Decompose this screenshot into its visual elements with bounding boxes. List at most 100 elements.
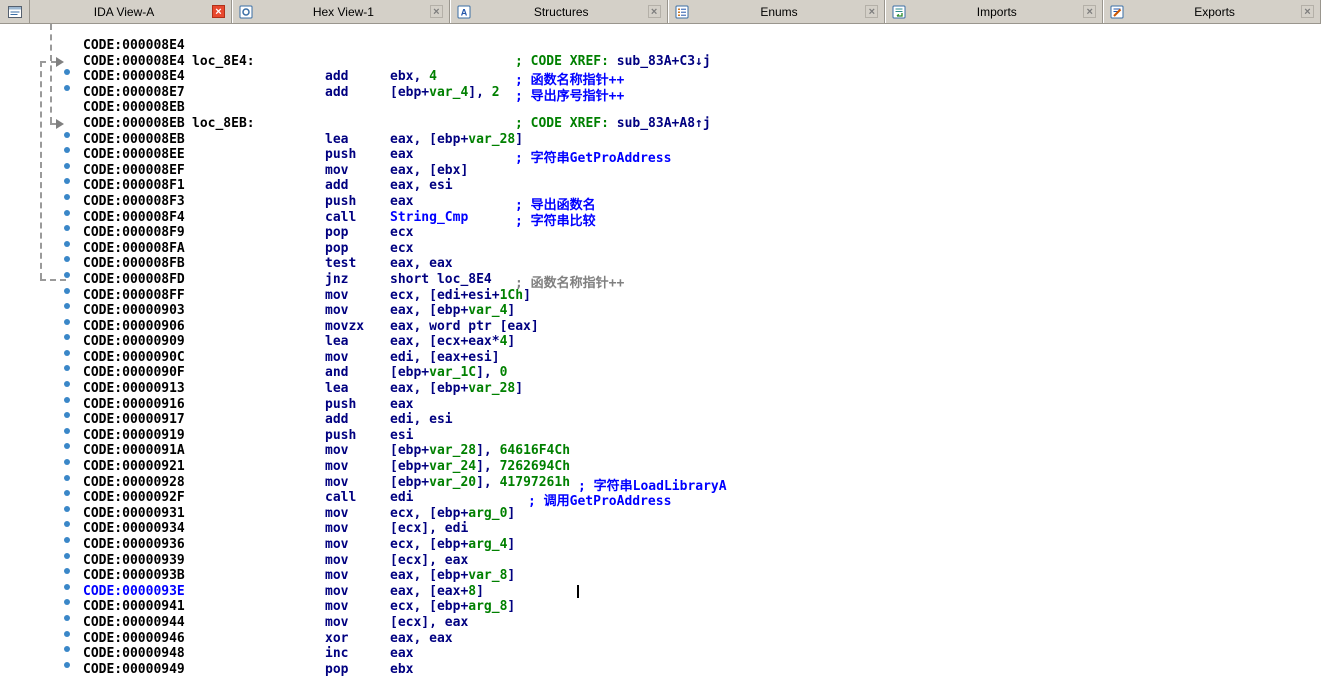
asm-line[interactable]: CODE:0000091A mov [ebp+var_28], 64616F4Ch xyxy=(0,443,1321,459)
asm-line[interactable]: CODE:000008F4 call String_Cmp; 字符串比较 xyxy=(0,209,1321,229)
operands: eax xyxy=(390,147,414,163)
asm-line[interactable]: CODE:000008E4 loc_8E4: ; CODE XREF: sub_83… xyxy=(0,54,1321,70)
address: CODE:000008FB xyxy=(83,256,185,272)
address: CODE:000008E4 xyxy=(83,53,185,69)
asm-line[interactable]: CODE:0000090C mov edi, [eax+esi] xyxy=(0,349,1321,366)
close-icon[interactable]: × xyxy=(1300,5,1314,18)
asm-line[interactable]: CODE:00000939 mov [ecx], eax xyxy=(0,552,1321,569)
operands: eax, [ebp+var_28] xyxy=(390,131,524,147)
tab-hex-view-1[interactable]: Hex View-1 × xyxy=(232,0,450,23)
asm-line[interactable]: CODE:00000948 inc eax xyxy=(0,646,1321,662)
close-icon[interactable]: × xyxy=(1083,5,1097,18)
asm-line[interactable]: CODE:000008FB test eax, eax xyxy=(0,256,1321,272)
close-icon[interactable]: × xyxy=(865,5,879,18)
address-dot-icon xyxy=(64,318,70,325)
tab-label: Structures xyxy=(533,4,589,19)
mnemonic: mov xyxy=(325,614,349,630)
asm-line[interactable]: CODE:000008FD jnz short loc_8E4; 函数名称指针++ xyxy=(0,271,1321,291)
asm-line[interactable]: CODE:000008FF mov ecx, [edi+esi+1Ch] xyxy=(0,287,1321,304)
operands: esi xyxy=(390,427,414,443)
address: CODE:000008F9 xyxy=(83,225,185,241)
operands: ebx, 4 xyxy=(390,69,437,85)
address-dot-icon xyxy=(64,365,70,372)
address-dot-icon xyxy=(64,287,70,294)
address-dot-icon xyxy=(64,474,70,481)
imports-icon xyxy=(892,5,906,18)
tab-imports[interactable]: Imports × xyxy=(885,0,1104,23)
close-icon[interactable]: × xyxy=(647,5,661,18)
asm-line[interactable]: CODE:0000093E mov eax, [eax+8] xyxy=(0,583,1321,600)
address: CODE:000008E7 xyxy=(83,84,185,100)
asm-line[interactable]: CODE:00000949 pop ebx xyxy=(0,661,1321,678)
close-icon[interactable]: × xyxy=(429,5,443,18)
asm-line[interactable]: CODE:00000916 push eax xyxy=(0,396,1321,413)
address: CODE:000008F4 xyxy=(83,209,185,225)
address: CODE:00000944 xyxy=(83,614,185,630)
address-dot-icon xyxy=(64,459,70,466)
disassembly-window-icon xyxy=(7,5,22,18)
asm-line[interactable]: CODE:000008F3 push eax; 导出函数名 xyxy=(0,193,1321,213)
asm-line[interactable]: CODE:0000093B mov eax, [ebp+var_8] xyxy=(0,568,1321,584)
asm-line[interactable]: CODE:00000941 mov ecx, [ebp+arg_8] xyxy=(0,599,1321,615)
address-dot-icon xyxy=(64,162,70,169)
asm-line[interactable]: CODE:00000934 mov [ecx], edi xyxy=(0,521,1321,537)
svg-text:A: A xyxy=(461,7,468,17)
address: CODE:00000939 xyxy=(83,552,185,568)
operands: eax, [ebx] xyxy=(390,162,469,178)
mnemonic: mov xyxy=(325,287,349,303)
disassembly-window-icon xyxy=(0,0,30,23)
mnemonic: mov xyxy=(325,537,349,552)
operands: eax, word ptr [eax] xyxy=(390,318,539,334)
address: CODE:00000909 xyxy=(83,334,185,350)
asm-line[interactable]: CODE:00000906 movzx eax, word ptr [eax] xyxy=(0,318,1321,335)
operands: eax xyxy=(390,193,414,209)
asm-line[interactable]: CODE:00000919 push esi xyxy=(0,427,1321,444)
tab-bar: IDA View-A × Hex View-1 × A Structures × xyxy=(0,0,1321,24)
address: CODE:00000931 xyxy=(83,505,185,521)
tab-ida-view-a[interactable]: IDA View-A × xyxy=(30,0,232,23)
asm-line[interactable]: CODE:00000928 mov [ebp+var_20], 41797261h;… xyxy=(0,474,1321,494)
disassembly-view[interactable]: CODE:000008E4 CODE:000008E4 loc_8E4:; CODE… xyxy=(0,24,1321,687)
asm-line[interactable]: CODE:00000931 mov ecx, [ebp+arg_0] xyxy=(0,505,1321,522)
asm-line[interactable]: CODE:000008EF mov eax, [ebx] xyxy=(0,162,1321,179)
address: CODE:00000934 xyxy=(83,521,185,537)
asm-line[interactable]: CODE:00000909 lea eax, [ecx+eax*4] xyxy=(0,334,1321,350)
asm-line[interactable]: CODE:000008F9 pop ecx xyxy=(0,225,1321,241)
asm-line[interactable]: CODE:000008E7 add [ebp+var_4], 2; 导出序号指针++ xyxy=(0,84,1321,104)
tab-structures[interactable]: A Structures × xyxy=(449,0,668,23)
asm-line[interactable]: CODE:000008EB lea eax, [ebp+var_28] xyxy=(0,131,1321,148)
address-dot-icon xyxy=(64,256,70,263)
asm-line[interactable]: CODE:000008E4 xyxy=(0,38,1321,54)
address-dot-icon xyxy=(64,661,70,668)
asm-line[interactable]: CODE:00000936 mov ecx, [ebp+arg_4] xyxy=(0,537,1321,553)
asm-line[interactable]: CODE:000008EB loc_8EB: ; CODE XREF: sub_83… xyxy=(0,116,1321,132)
asm-line[interactable]: CODE:0000092F call edi; 调用GetProAddress xyxy=(0,490,1321,509)
mnemonic: mov xyxy=(325,459,349,475)
asm-line[interactable]: CODE:00000917 add edi, esi xyxy=(0,412,1321,428)
asm-line[interactable]: CODE:0000090F and [ebp+var_1C], 0 xyxy=(0,365,1321,381)
asm-line[interactable]: CODE:00000921 mov [ebp+var_24], 7262694Ch xyxy=(0,459,1321,475)
tab-label: Enums xyxy=(760,4,798,19)
asm-line[interactable]: CODE:00000944 mov [ecx], eax xyxy=(0,614,1321,631)
mnemonic: add xyxy=(325,178,349,194)
address-dot-icon xyxy=(64,537,70,543)
address-dot-icon xyxy=(64,209,70,216)
asm-line[interactable]: CODE:000008FA pop ecx xyxy=(0,240,1321,257)
asm-line[interactable]: CODE:00000946 xor eax, eax xyxy=(0,630,1321,647)
asm-line[interactable]: CODE:000008E4 add ebx, 4; 函数名称指针++ xyxy=(0,69,1321,88)
tab-exports[interactable]: Exports × xyxy=(1103,0,1321,23)
address-dot-icon xyxy=(64,646,70,653)
mnemonic: pop xyxy=(325,225,349,241)
asm-line[interactable]: CODE:00000913 lea eax, [ebp+var_28] xyxy=(0,381,1321,397)
asm-line[interactable]: CODE:00000903 mov eax, [ebp+var_4] xyxy=(0,303,1321,319)
operands: eax, [ebp+var_4] xyxy=(390,303,516,319)
operands: ecx, [ebp+arg_0] xyxy=(390,505,516,521)
tab-enums[interactable]: Enums × xyxy=(667,0,886,23)
close-icon[interactable]: × xyxy=(212,5,225,18)
asm-line[interactable]: CODE:000008F1 add eax, esi xyxy=(0,178,1321,194)
operands: eax, [ebp+var_8] xyxy=(390,568,516,584)
address-dot-icon xyxy=(64,381,70,388)
asm-line[interactable]: CODE:000008EB xyxy=(0,100,1321,116)
address-dot-icon xyxy=(64,490,70,497)
asm-line[interactable]: CODE:000008EE push eax; 字符串GetProAddress xyxy=(0,147,1321,166)
